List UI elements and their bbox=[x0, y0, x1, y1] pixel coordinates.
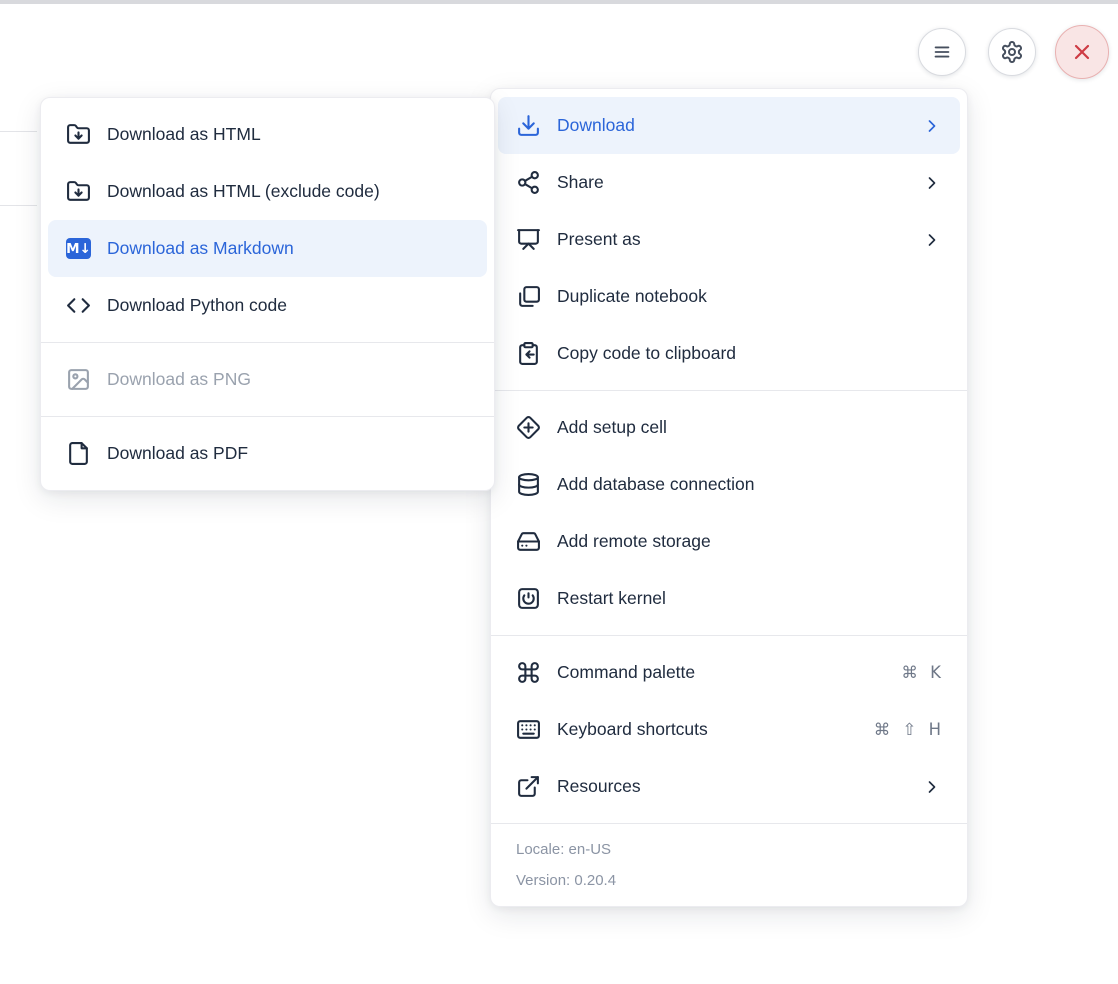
keyboard-icon bbox=[516, 717, 541, 742]
menu-section: Download as HTML Download as HTML (exclu… bbox=[41, 98, 494, 342]
diamond-plus-icon bbox=[516, 415, 541, 440]
menu-item-label: Download as HTML (exclude code) bbox=[107, 181, 469, 202]
shortcut-text: ⌘ K bbox=[901, 663, 942, 682]
menu-section: Download as PNG bbox=[41, 342, 494, 416]
menu-item-label: Duplicate notebook bbox=[557, 286, 942, 307]
window-top-edge bbox=[0, 0, 1118, 4]
menu-item-resources[interactable]: Resources bbox=[491, 758, 967, 815]
menu-item-label: Restart kernel bbox=[557, 588, 942, 609]
menu-item-download-python-code[interactable]: Download Python code bbox=[41, 277, 494, 334]
menu-item-add-database-connection[interactable]: Add database connection bbox=[491, 456, 967, 513]
close-icon bbox=[1070, 40, 1094, 64]
menu-item-download-as-markdown[interactable]: M↓ Download as Markdown bbox=[48, 220, 487, 277]
clipboard-copy-icon bbox=[516, 341, 541, 366]
chevron-right-icon bbox=[922, 777, 942, 797]
menu-item-label: Download as Markdown bbox=[107, 238, 469, 259]
close-button[interactable] bbox=[1055, 25, 1109, 79]
menu-item-label: Add setup cell bbox=[557, 417, 942, 438]
hamburger-icon bbox=[931, 41, 953, 63]
menu-item-label: Copy code to clipboard bbox=[557, 343, 942, 364]
menu-item-add-remote-storage[interactable]: Add remote storage bbox=[491, 513, 967, 570]
menu-item-label: Add database connection bbox=[557, 474, 942, 495]
folder-down-icon bbox=[66, 122, 91, 147]
menu-item-label: Share bbox=[557, 172, 906, 193]
hamburger-menu-button[interactable] bbox=[918, 28, 966, 76]
markdown-badge-icon: M↓ bbox=[66, 236, 91, 261]
chevron-right-icon bbox=[922, 116, 942, 136]
version-text: Version: 0.20.4 bbox=[491, 865, 967, 896]
menu-item-label: Download as PNG bbox=[107, 369, 469, 390]
presentation-icon bbox=[516, 227, 541, 252]
chevron-right-icon bbox=[922, 230, 942, 250]
menu-section: Add setup cell Add database connection A… bbox=[491, 390, 967, 635]
power-icon bbox=[516, 586, 541, 611]
menu-item-restart-kernel[interactable]: Restart kernel bbox=[491, 570, 967, 627]
menu-item-label: Download as HTML bbox=[107, 124, 469, 145]
notebook-actions-menu: Download Share Present as Duplicate note… bbox=[490, 88, 968, 907]
duplicate-icon bbox=[516, 284, 541, 309]
locale-text: Locale: en-US bbox=[491, 834, 967, 865]
external-link-icon bbox=[516, 774, 541, 799]
code-icon bbox=[66, 293, 91, 318]
menu-item-command-palette[interactable]: Command palette ⌘ K bbox=[491, 644, 967, 701]
menu-item-label: Resources bbox=[557, 776, 906, 797]
shortcut-text: ⌘ ⇧ H bbox=[874, 720, 942, 739]
menu-item-download-as-html[interactable]: Download as HTML bbox=[41, 106, 494, 163]
menu-item-copy-code[interactable]: Copy code to clipboard bbox=[491, 325, 967, 382]
menu-item-label: Keyboard shortcuts bbox=[557, 719, 858, 740]
menu-item-label: Download as PDF bbox=[107, 443, 469, 464]
menu-item-duplicate-notebook[interactable]: Duplicate notebook bbox=[491, 268, 967, 325]
database-icon bbox=[516, 472, 541, 497]
menu-item-download-as-pdf[interactable]: Download as PDF bbox=[41, 425, 494, 482]
download-submenu: Download as HTML Download as HTML (exclu… bbox=[40, 97, 495, 491]
hard-drive-icon bbox=[516, 529, 541, 554]
menu-item-label: Download Python code bbox=[107, 295, 469, 316]
background-divider bbox=[0, 131, 37, 132]
image-icon bbox=[66, 367, 91, 392]
menu-section: Command palette ⌘ K Keyboard shortcuts ⌘… bbox=[491, 635, 967, 823]
download-icon bbox=[516, 113, 541, 138]
menu-item-label: Command palette bbox=[557, 662, 885, 683]
share-icon bbox=[516, 170, 541, 195]
chevron-right-icon bbox=[922, 173, 942, 193]
menu-item-keyboard-shortcuts[interactable]: Keyboard shortcuts ⌘ ⇧ H bbox=[491, 701, 967, 758]
file-icon bbox=[66, 441, 91, 466]
background-divider bbox=[0, 205, 37, 206]
menu-item-label: Download bbox=[557, 115, 906, 136]
folder-down-icon bbox=[66, 179, 91, 204]
menu-item-label: Present as bbox=[557, 229, 906, 250]
menu-item-download[interactable]: Download bbox=[498, 97, 960, 154]
menu-section: Download Share Present as Duplicate note… bbox=[491, 89, 967, 390]
gear-icon bbox=[1000, 40, 1024, 64]
command-icon bbox=[516, 660, 541, 685]
menu-item-present-as[interactable]: Present as bbox=[491, 211, 967, 268]
menu-item-add-setup-cell[interactable]: Add setup cell bbox=[491, 399, 967, 456]
menu-item-label: Add remote storage bbox=[557, 531, 942, 552]
menu-item-share[interactable]: Share bbox=[491, 154, 967, 211]
menu-footer: Locale: en-US Version: 0.20.4 bbox=[491, 823, 967, 906]
menu-item-download-as-html-exclude-code[interactable]: Download as HTML (exclude code) bbox=[41, 163, 494, 220]
settings-button[interactable] bbox=[988, 28, 1036, 76]
menu-item-download-as-png: Download as PNG bbox=[41, 351, 494, 408]
menu-section: Download as PDF bbox=[41, 416, 494, 490]
